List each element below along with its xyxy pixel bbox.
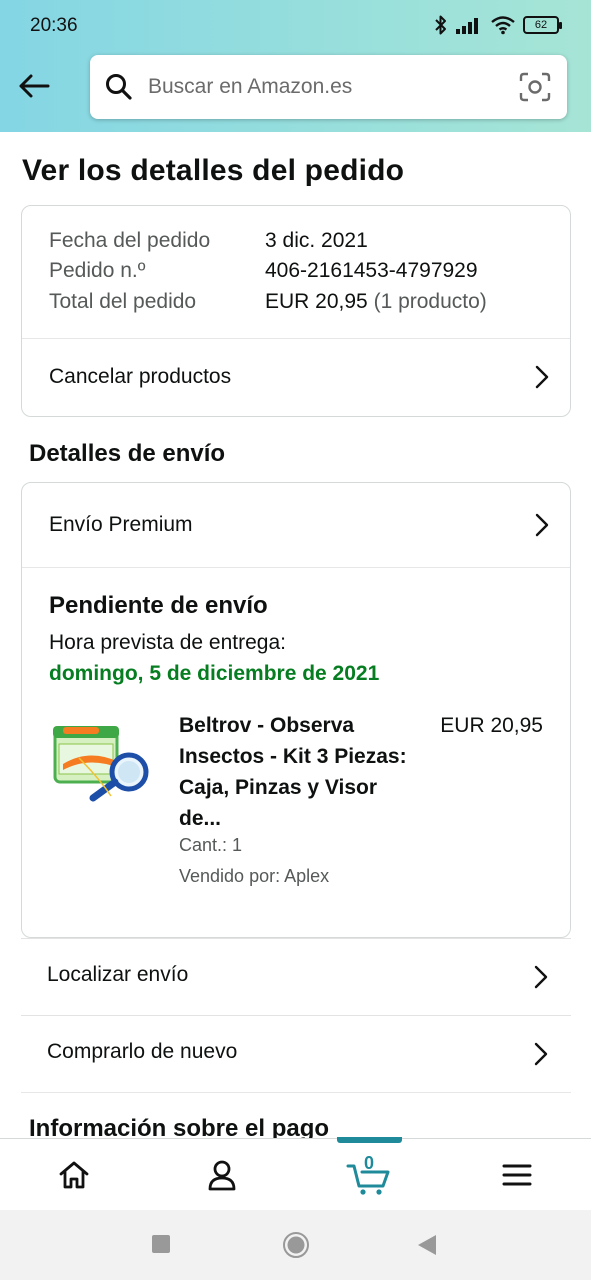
product-quantity: Cant.: 1 (179, 835, 243, 855)
home-circle-icon[interactable] (282, 1231, 310, 1259)
search-input[interactable] (148, 75, 503, 99)
cart-count: 0 (363, 1153, 374, 1173)
track-package-button[interactable]: Localizar envío (21, 938, 571, 1015)
delivery-eta-date: domingo, 5 de diciembre de 2021 (49, 662, 380, 685)
order-number-label: Pedido n.º (49, 259, 146, 282)
bluetooth-icon (435, 15, 446, 35)
back-button[interactable] (14, 66, 54, 106)
shipping-method-button[interactable]: Envío Premium (22, 483, 570, 567)
search-icon[interactable] (104, 72, 134, 102)
nav-home[interactable] (0, 1139, 148, 1211)
arrow-left-icon (19, 74, 50, 98)
order-total-value: EUR 20,95 (1 producto) (265, 290, 487, 314)
shipping-section-title: Detalles de envío (29, 440, 226, 467)
account-icon (208, 1160, 236, 1191)
status-icons: 62 (434, 14, 562, 36)
product-title-line: Beltrov - Observa (179, 714, 355, 737)
wifi-icon (491, 16, 515, 35)
product-title-line: de... (179, 807, 222, 830)
buy-again-button[interactable]: Comprarlo de nuevo (21, 1015, 571, 1092)
payment-section-title: Información sobre el pago (29, 1115, 330, 1138)
camera-scan-icon[interactable] (519, 72, 551, 102)
top-bar: 20:36 62 (0, 0, 591, 132)
battery-icon: 62 (523, 16, 562, 34)
product-image[interactable] (49, 718, 153, 808)
divider (22, 567, 570, 568)
order-total-amount: EUR 20,95 (265, 290, 368, 313)
search-bar[interactable] (90, 55, 567, 119)
product-seller: Vendido por: Aplex (179, 866, 330, 886)
chevron-right-icon (534, 1042, 548, 1066)
delivery-eta-label: Hora prevista de entrega: (49, 631, 286, 654)
home-icon (59, 1161, 89, 1189)
order-number-value: 406-2161453-4797929 (265, 259, 478, 282)
main-content: Ver los detalles del pedido Fecha del pe… (0, 132, 591, 1138)
page-title: Ver los detalles del pedido (22, 154, 405, 187)
shipping-method-label: Envío Premium (49, 513, 193, 536)
back-triangle-icon[interactable] (416, 1233, 438, 1257)
order-date-value: 3 dic. 2021 (265, 229, 368, 252)
signal-icon (456, 18, 478, 34)
shipment-status: Pendiente de envío (49, 592, 268, 619)
chevron-right-icon (535, 513, 549, 537)
product-title-line: Caja, Pinzas y Visor (179, 776, 378, 799)
nav-cart[interactable]: 0 (295, 1139, 443, 1211)
nav-account[interactable] (148, 1139, 296, 1211)
product-price: EUR 20,95 (440, 714, 543, 737)
system-nav-bar (0, 1210, 591, 1280)
menu-icon (502, 1164, 532, 1186)
divider (21, 1092, 571, 1093)
bottom-nav: 0 (0, 1137, 591, 1211)
status-time: 20:36 (30, 15, 78, 36)
order-summary-card: Fecha del pedido 3 dic. 2021 Pedido n.º … (21, 205, 571, 417)
product-title-line: Insectos - Kit 3 Piezas: (179, 745, 407, 768)
order-date-label: Fecha del pedido (49, 229, 211, 252)
order-total-label: Total del pedido (49, 290, 197, 313)
cancel-products-button[interactable]: Cancelar productos (22, 339, 570, 415)
nav-menu[interactable] (443, 1139, 591, 1211)
status-bar: 20:36 62 (0, 0, 591, 52)
order-total-items: (1 producto) (373, 290, 487, 313)
product-title[interactable]: Beltrov - Observa Insectos - Kit 3 Pieza… (179, 710, 424, 834)
chevron-right-icon (534, 965, 548, 989)
buy-again-label: Comprarlo de nuevo (47, 1040, 238, 1063)
recent-apps-icon[interactable] (151, 1234, 171, 1254)
chevron-right-icon (535, 365, 549, 389)
shipping-card: Envío Premium Pendiente de envío Hora pr… (21, 482, 571, 938)
track-package-label: Localizar envío (47, 963, 189, 986)
cancel-products-label: Cancelar productos (49, 365, 232, 388)
